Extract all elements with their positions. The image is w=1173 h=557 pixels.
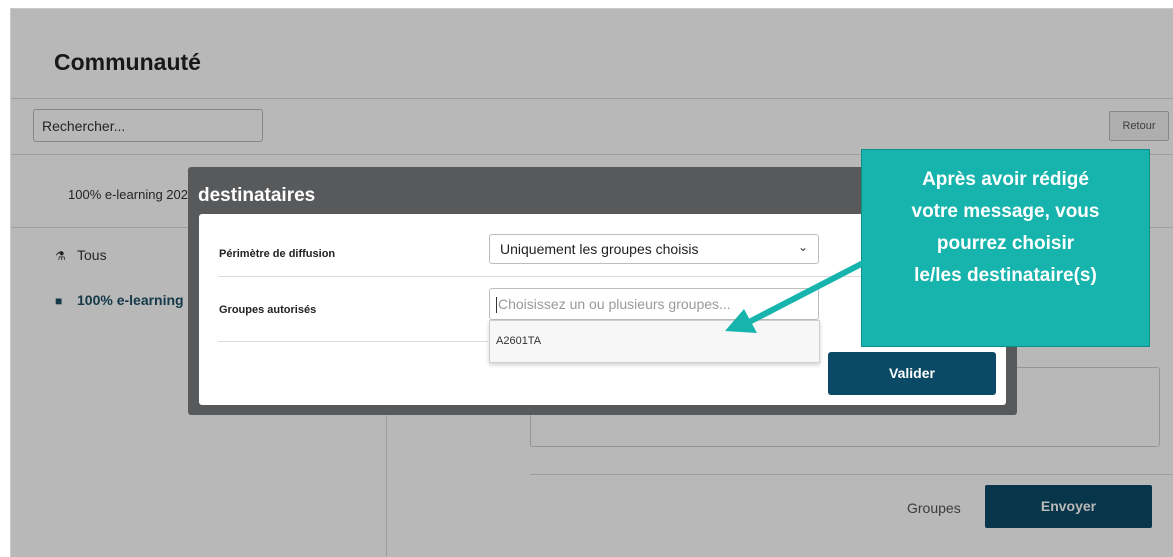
pointer-arrow	[725, 258, 870, 333]
arrow-shaft	[748, 258, 870, 324]
app-window: Communauté Rechercher... Retour 100% e-l…	[10, 8, 1173, 557]
